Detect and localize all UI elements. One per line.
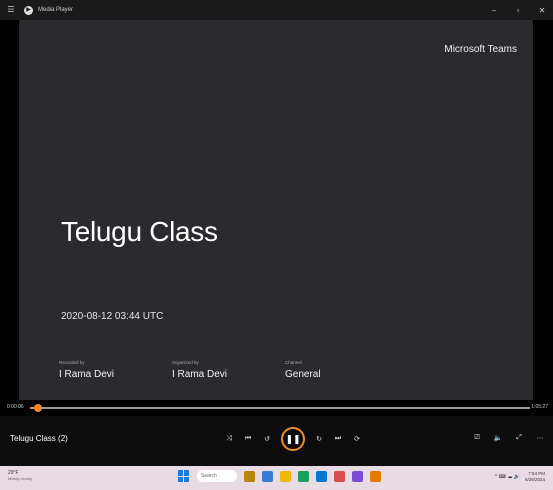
title-bar: ☰ ▶ Media Player – ▫ ✕ [0, 0, 553, 20]
maximize-button[interactable]: ▫ [513, 6, 523, 15]
elapsed-time: 0:00:06 [7, 404, 24, 410]
app-logo-icon: ▶ [24, 5, 33, 15]
media-app-icon[interactable] [334, 470, 345, 482]
brand-label: Microsoft Teams [444, 44, 517, 55]
taskbar-search-input[interactable]: Search [197, 470, 237, 482]
minimize-button[interactable]: – [489, 6, 499, 15]
total-duration: 1:05:27 [531, 404, 548, 410]
edge-browser-icon[interactable] [262, 470, 273, 482]
recording-datetime: 2020-08-12 03:44 UTC [61, 311, 164, 322]
volume-button[interactable]: 🔈 [493, 434, 503, 442]
media-player-taskbar-icon[interactable] [370, 470, 381, 482]
seek-thumb[interactable] [33, 404, 42, 412]
channel: Channel General [285, 360, 321, 380]
cast-button[interactable]: ⎚ [472, 434, 482, 442]
channel-label: Channel [285, 360, 302, 365]
playback-controls: Telugu Class (2) ⤨ ⏮ ↺ ❚❚ ↻ ⏭ ⟳ ⎚ 🔈 ⤢ ⋯ [0, 416, 553, 466]
transport-controls: ⤨ ⏮ ↺ ❚❚ ↻ ⏭ ⟳ [224, 427, 362, 451]
video-display[interactable]: Microsoft Teams Telugu Class 2020-08-12 … [19, 20, 533, 400]
seek-row: 0:00:06 1:05:27 [0, 400, 553, 416]
shuffle-button[interactable]: ⤨ [224, 435, 234, 443]
window-title: Media Player [38, 7, 74, 13]
clock[interactable]: 7:54 PM 6/28/2024 [525, 471, 545, 483]
start-button[interactable] [178, 470, 190, 482]
system-tray: ^ ⌨ ☁ 🔊 7:54 PM 6/28/2024 [495, 471, 545, 483]
taskbar-apps: Search [178, 470, 381, 482]
menu-icon[interactable]: ☰ [6, 5, 16, 15]
clock-date: 6/28/2024 [524, 477, 545, 482]
recorded-by-label: Recorded by [59, 360, 85, 365]
previous-button[interactable]: ⏮ [243, 435, 253, 443]
recorded-by-value: I Rama Devi [59, 369, 115, 380]
organized-by: Organized by I Rama Devi [172, 360, 227, 380]
media-player-window: ☰ ▶ Media Player – ▫ ✕ Microsoft Teams T… [0, 0, 553, 490]
chrome-icon[interactable] [298, 470, 309, 482]
store-icon[interactable] [316, 470, 327, 482]
teams-icon[interactable] [352, 470, 363, 482]
organized-by-value: I Rama Devi [172, 369, 228, 380]
taskbar: 29°F Mostly cloudy Search ^ ⌨ ☁ 🔊 7:54 P… [0, 466, 553, 490]
next-button[interactable]: ⏭ [333, 435, 343, 443]
weather-widget[interactable]: 29°F Mostly cloudy [8, 470, 48, 481]
pause-button[interactable]: ❚❚ [281, 427, 305, 451]
secondary-controls: ⎚ 🔈 ⤢ ⋯ [472, 434, 545, 442]
more-options-button[interactable]: ⋯ [535, 434, 545, 442]
folder-icon[interactable] [280, 470, 291, 482]
recording-title: Telugu Class [61, 216, 218, 247]
channel-value: General [285, 369, 321, 380]
fullscreen-button[interactable]: ⤢ [514, 434, 524, 442]
now-playing-title: Telugu Class (2) [10, 434, 68, 443]
repeat-button[interactable]: ⟳ [352, 435, 362, 443]
weather-description: Mostly cloudy [8, 476, 33, 481]
recorded-by: Recorded by I Rama Devi [59, 360, 114, 380]
close-button[interactable]: ✕ [537, 6, 547, 15]
window-controls: – ▫ ✕ [489, 0, 547, 20]
seek-bar[interactable] [30, 404, 530, 412]
tray-icons[interactable]: ^ ⌨ ☁ 🔊 [495, 474, 520, 480]
organized-by-label: Organized by [172, 360, 199, 365]
rewind-button[interactable]: ↺ [262, 435, 272, 443]
forward-button[interactable]: ↻ [314, 435, 324, 443]
file-explorer-icon[interactable] [244, 470, 255, 482]
